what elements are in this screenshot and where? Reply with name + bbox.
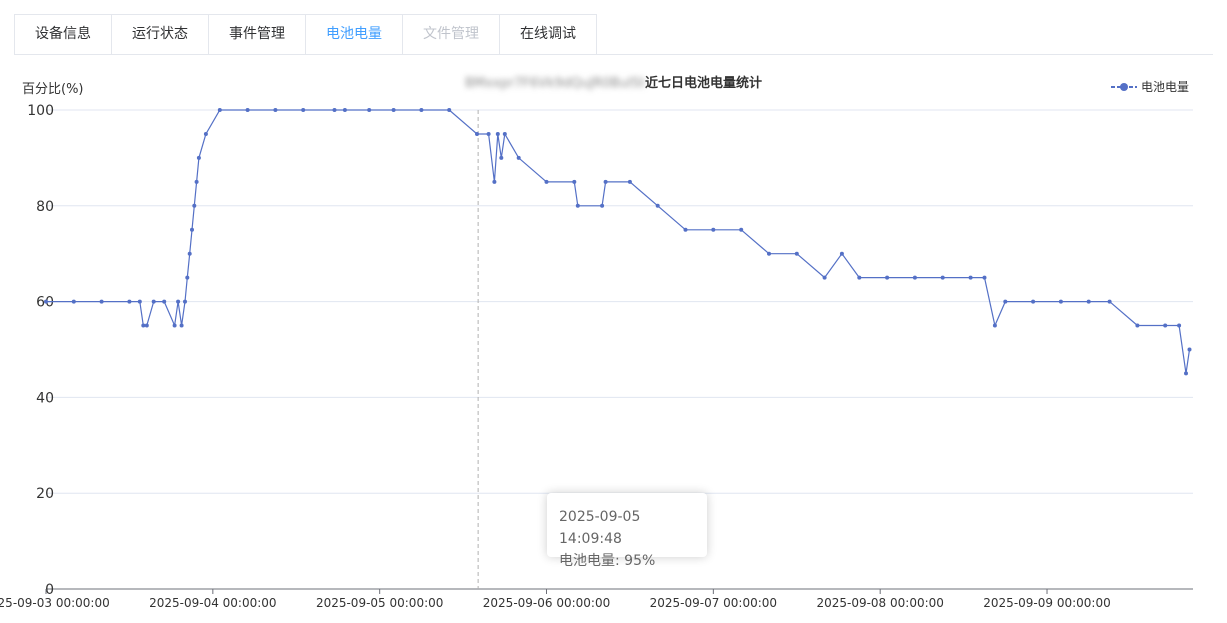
tooltip: 2025-09-05 14:09:48 电池电量: 95% xyxy=(547,493,707,569)
data-point[interactable] xyxy=(982,275,987,280)
data-point[interactable] xyxy=(185,275,190,280)
y-tick-label: 40 xyxy=(36,390,54,406)
tooltip-time: 2025-09-05 14:09:48 xyxy=(559,509,641,547)
data-point[interactable] xyxy=(176,299,181,304)
data-point[interactable] xyxy=(495,132,500,136)
data-point[interactable] xyxy=(885,275,890,280)
data-point[interactable] xyxy=(1058,299,1063,304)
data-point[interactable] xyxy=(127,299,132,304)
data-point[interactable] xyxy=(342,108,347,112)
y-tick-label: 100 xyxy=(27,103,54,119)
data-point[interactable] xyxy=(217,108,222,112)
data-point[interactable] xyxy=(144,323,149,328)
data-point[interactable] xyxy=(44,299,48,304)
data-point[interactable] xyxy=(203,132,208,136)
data-point[interactable] xyxy=(1163,323,1168,328)
data-point[interactable] xyxy=(391,108,396,112)
data-point[interactable] xyxy=(137,299,142,304)
data-point[interactable] xyxy=(183,299,187,304)
x-tick-label: 2025-09-06 00:00:00 xyxy=(483,596,610,610)
data-point[interactable] xyxy=(822,275,827,280)
data-point[interactable] xyxy=(600,203,605,208)
data-point[interactable] xyxy=(99,299,104,304)
data-point[interactable] xyxy=(857,275,862,280)
data-point[interactable] xyxy=(627,179,632,184)
data-point[interactable] xyxy=(1187,347,1192,352)
data-point[interactable] xyxy=(245,108,250,112)
data-point[interactable] xyxy=(1177,323,1182,328)
data-point[interactable] xyxy=(190,227,194,232)
data-point[interactable] xyxy=(767,251,771,256)
data-point[interactable] xyxy=(968,275,973,280)
data-point[interactable] xyxy=(1135,323,1140,328)
data-point[interactable] xyxy=(1003,299,1008,304)
data-point[interactable] xyxy=(575,203,580,208)
data-point[interactable] xyxy=(839,251,844,256)
y-tick-label: 80 xyxy=(36,199,54,215)
data-point[interactable] xyxy=(301,108,306,112)
data-point[interactable] xyxy=(141,323,146,328)
data-point[interactable] xyxy=(711,227,716,232)
data-point[interactable] xyxy=(194,179,199,184)
data-point[interactable] xyxy=(273,108,278,112)
x-tick-label: 2025-09-04 00:00:00 xyxy=(149,596,276,610)
data-point[interactable] xyxy=(151,299,156,304)
data-point[interactable] xyxy=(1031,299,1036,304)
data-point[interactable] xyxy=(739,227,744,232)
data-point[interactable] xyxy=(516,155,521,160)
y-tick-label: 20 xyxy=(36,486,54,502)
data-point[interactable] xyxy=(683,227,688,232)
data-point[interactable] xyxy=(192,203,197,208)
data-point[interactable] xyxy=(1107,299,1112,304)
data-point[interactable] xyxy=(492,179,497,184)
x-tick-label: 2025-09-05 00:00:00 xyxy=(316,596,443,610)
data-point[interactable] xyxy=(486,132,491,136)
data-point[interactable] xyxy=(655,203,660,208)
x-tick-label: 2025-09-08 00:00:00 xyxy=(816,596,943,610)
data-point[interactable] xyxy=(367,108,372,112)
x-tick-label: 2025-09-03 00:00:00 xyxy=(0,596,110,610)
data-point[interactable] xyxy=(502,132,507,136)
data-point[interactable] xyxy=(912,275,917,280)
data-point[interactable] xyxy=(187,251,192,256)
data-point[interactable] xyxy=(544,179,549,184)
data-point[interactable] xyxy=(196,155,201,160)
data-point[interactable] xyxy=(475,132,479,136)
data-point[interactable] xyxy=(992,323,997,328)
data-point[interactable] xyxy=(603,179,608,184)
x-tick-label: 2025-09-09 00:00:00 xyxy=(983,596,1110,610)
data-point[interactable] xyxy=(1086,299,1091,304)
data-point[interactable] xyxy=(940,275,945,280)
data-point[interactable] xyxy=(572,179,577,184)
series-line xyxy=(46,109,1191,374)
data-point[interactable] xyxy=(419,108,424,112)
data-point[interactable] xyxy=(332,108,337,112)
data-point[interactable] xyxy=(447,108,452,112)
data-point[interactable] xyxy=(162,299,167,304)
data-point[interactable] xyxy=(499,155,504,160)
data-point[interactable] xyxy=(179,323,184,328)
data-point[interactable] xyxy=(1184,371,1188,376)
x-tick-label: 2025-09-07 00:00:00 xyxy=(650,596,777,610)
data-point[interactable] xyxy=(71,299,76,304)
data-point[interactable] xyxy=(794,251,799,256)
data-point[interactable] xyxy=(172,323,177,328)
tooltip-value: 电池电量: 95% xyxy=(559,553,656,569)
